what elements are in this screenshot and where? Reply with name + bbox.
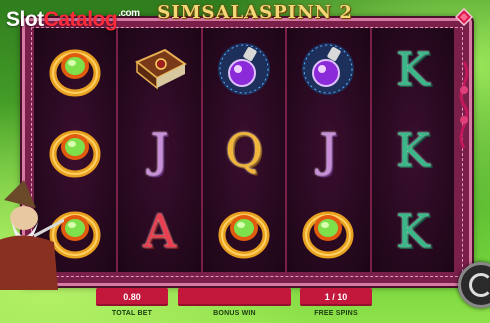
reel-1-row-1 (34, 28, 116, 109)
bonus-win-panel: BONUS WIN (178, 288, 291, 317)
side-ornament-icon (459, 61, 469, 149)
reel-3: Q (202, 28, 286, 272)
total-bet-label: TOTAL BET (111, 310, 153, 317)
total-bet-value: 0.80 (96, 288, 168, 306)
corner-gem-icon (455, 8, 473, 26)
reel-5-row-1: K (372, 28, 454, 109)
ring-icon (299, 202, 357, 260)
game-title: SIMSALASPINN 2 (157, 2, 353, 23)
bottom-bar: 0.80 TOTAL BET BONUS WIN 1 / 10 FREE SPI… (0, 286, 490, 323)
free-spins-value: 1 / 10 (300, 288, 372, 306)
reel-grid: JA Q J KKK (34, 28, 455, 272)
letter-symbol: J (319, 122, 338, 177)
free-spins-label: FREE SPINS (314, 310, 358, 317)
reel-3-row-1 (203, 28, 285, 109)
bonus-win-value (178, 288, 291, 306)
letter-symbol: J (150, 122, 169, 177)
reel-4: J (287, 28, 370, 272)
reel-5-row-3: K (372, 191, 454, 272)
reel-2-row-2: J (118, 109, 200, 190)
reel-1-row-2 (34, 109, 116, 190)
wizard-character-icon (0, 180, 64, 290)
reel-3-row-3 (203, 191, 285, 272)
letter-symbol: A (142, 204, 177, 259)
reel-4-row-1 (287, 28, 369, 109)
reel-4-row-2: J (287, 109, 369, 190)
free-spins-panel: 1 / 10 FREE SPINS (300, 288, 372, 317)
reel-4-row-3 (287, 191, 369, 272)
ring-icon (46, 121, 104, 179)
potion-icon (215, 40, 273, 98)
reel-3-row-2: Q (203, 109, 285, 190)
site-logo: SlotCatalog.com (6, 8, 140, 32)
potion-icon (299, 40, 357, 98)
ring-icon (46, 40, 104, 98)
logo-suffix: .com (118, 8, 140, 19)
logo-text-slot: Slot (6, 8, 44, 31)
reel-5: KKK (371, 28, 455, 272)
spellbook-icon (131, 44, 189, 94)
total-bet-panel: 0.80 TOTAL BET (96, 288, 168, 317)
ring-icon (215, 202, 273, 260)
reel-5-row-2: K (372, 109, 454, 190)
letter-symbol: K (395, 41, 431, 96)
reel-2-row-1 (118, 28, 200, 109)
reel-2: JA (118, 28, 201, 272)
logo-text-catalog: Catalog (43, 8, 118, 31)
letter-symbol: K (395, 122, 431, 177)
letter-symbol: K (395, 204, 431, 259)
letter-symbol: Q (225, 122, 263, 177)
reel-2-row-3: A (118, 191, 200, 272)
bonus-win-label: BONUS WIN (213, 310, 256, 317)
